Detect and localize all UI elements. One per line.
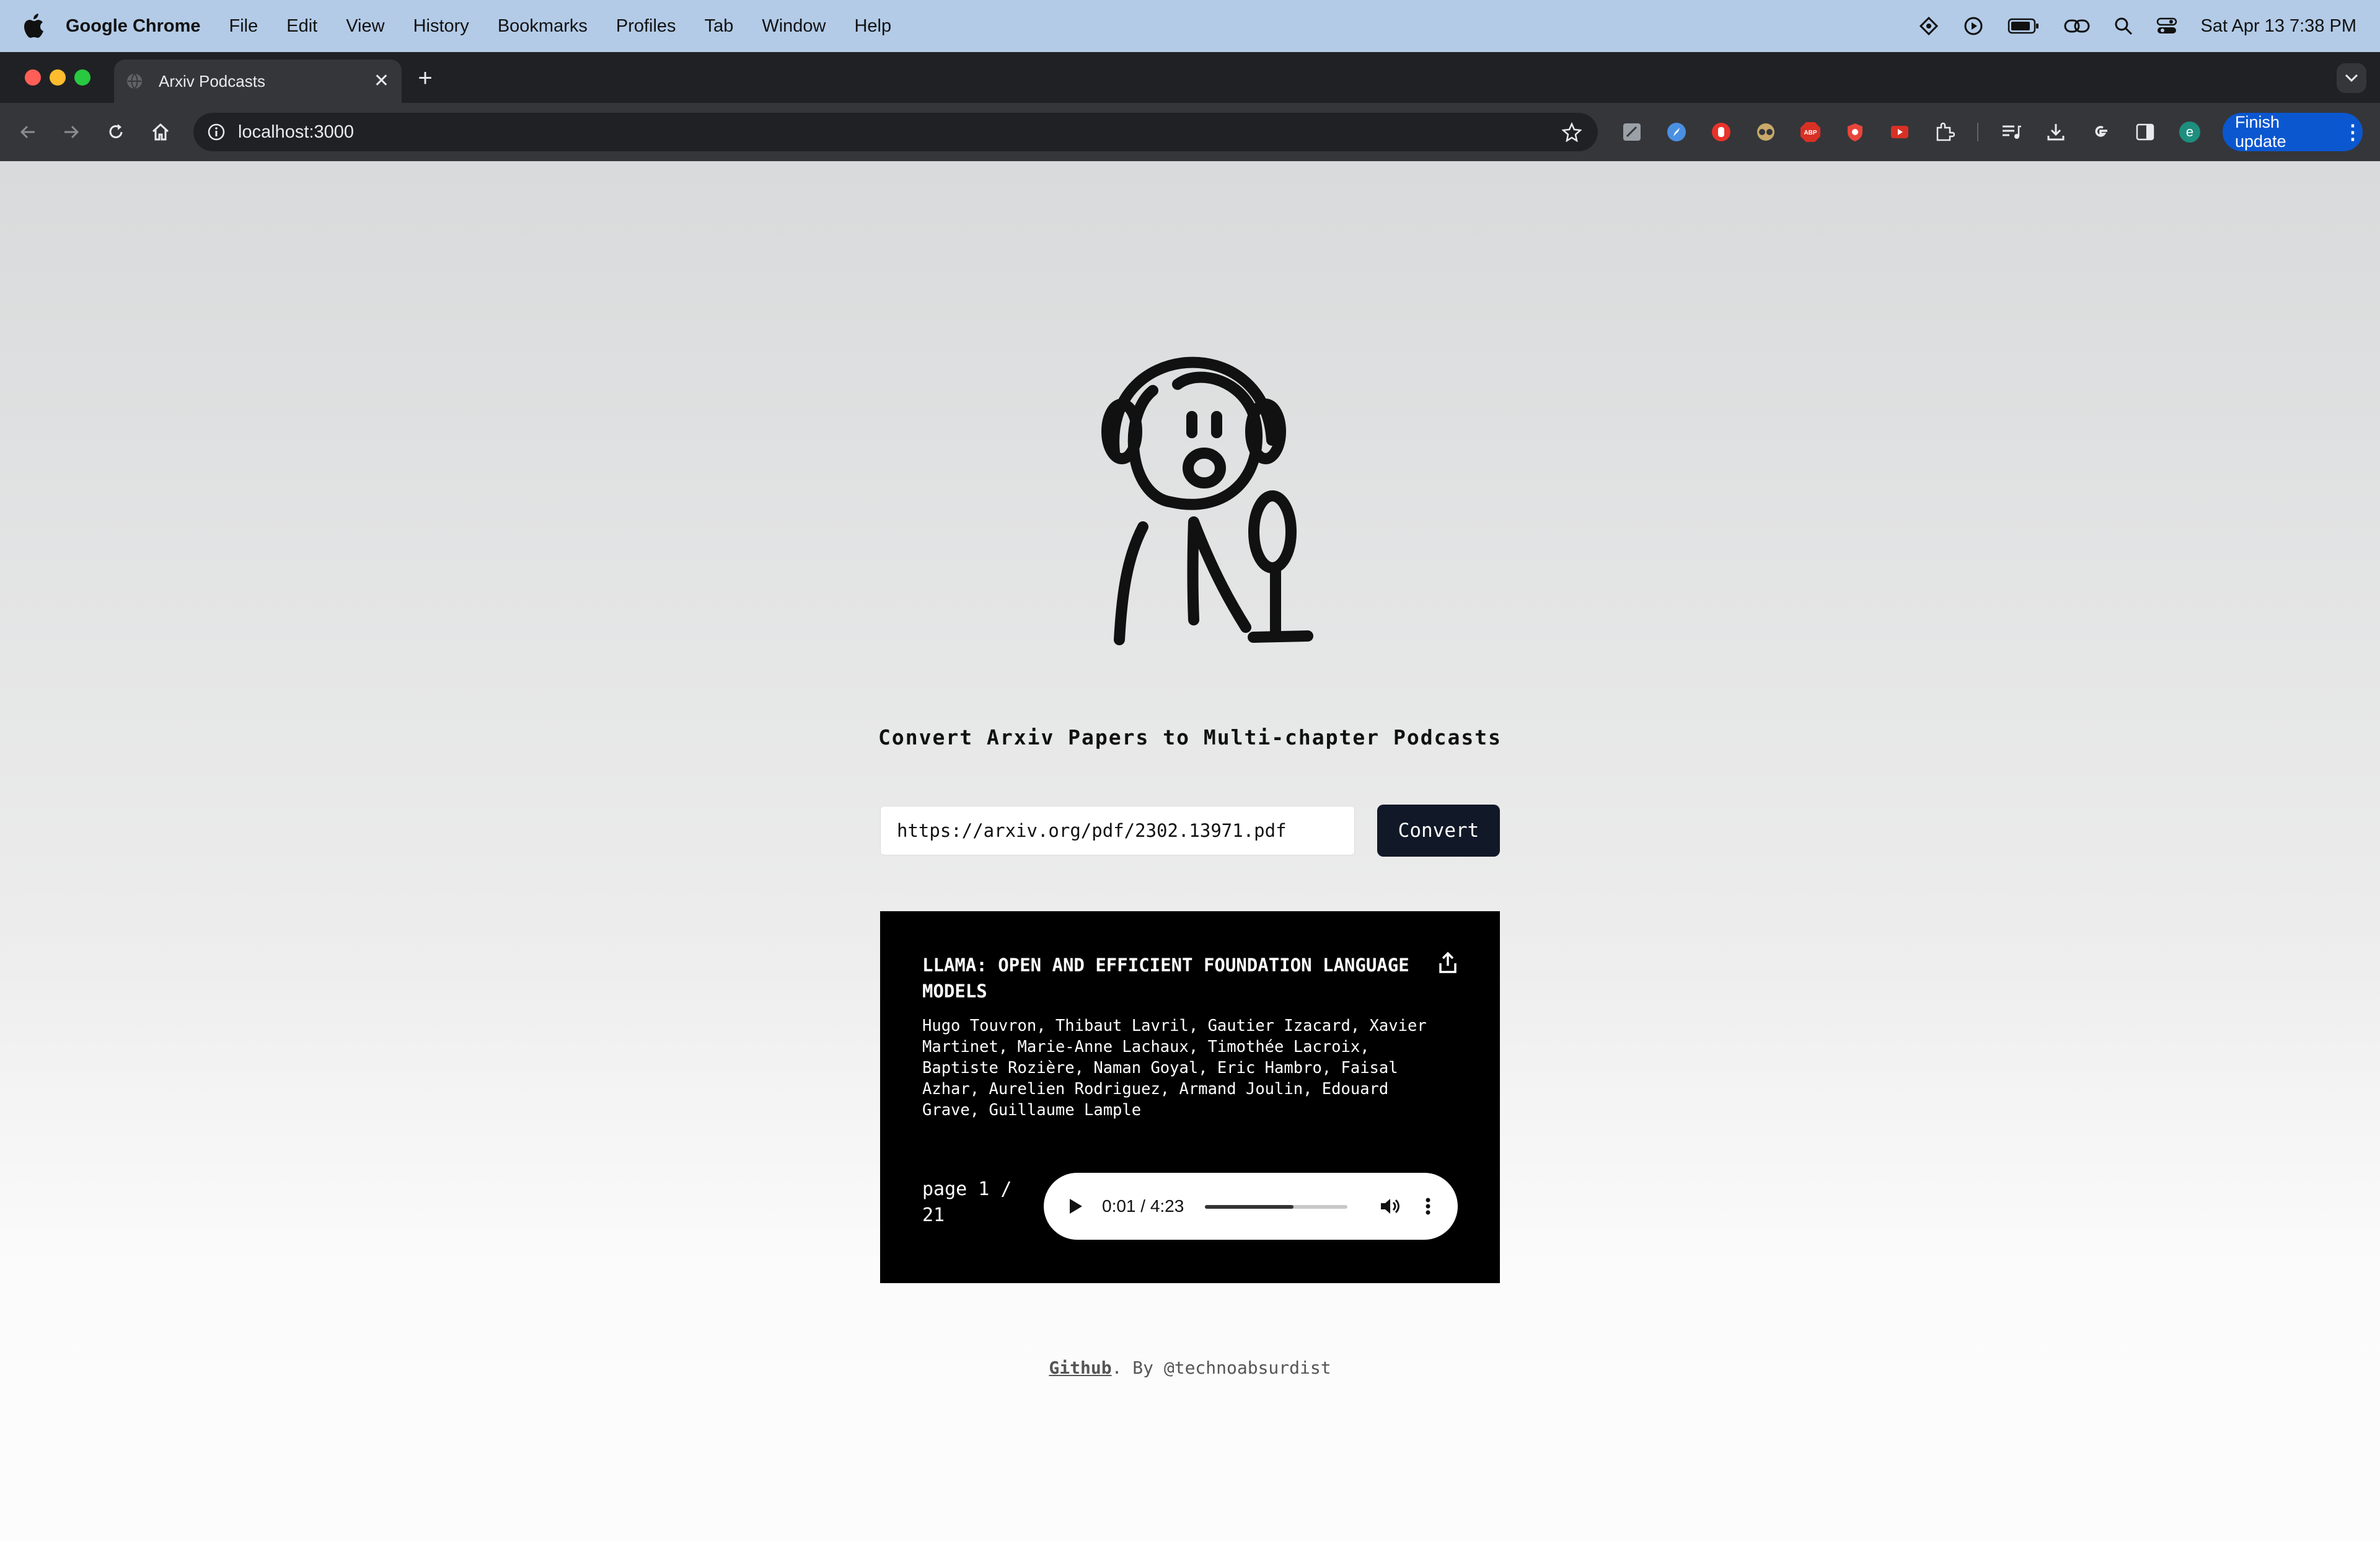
reload-icon — [109, 124, 123, 138]
github-link[interactable]: Github — [1049, 1358, 1111, 1378]
extension-video[interactable] — [1884, 117, 1915, 148]
hand-extension-icon — [1712, 123, 1730, 141]
page-indicator: page 1 / 21 — [922, 1178, 1012, 1226]
forward-button[interactable] — [56, 117, 87, 148]
apple-icon[interactable] — [24, 14, 45, 38]
chevron-down-icon — [2345, 74, 2358, 82]
reading-list-button[interactable] — [1996, 117, 2027, 148]
macos-menubar: Google Chrome File Edit View History Boo… — [0, 0, 2380, 52]
compass-extension-icon — [1667, 123, 1686, 141]
footer-credit: . By @technoabsurdist — [1111, 1358, 1331, 1378]
window-minimize-button[interactable] — [50, 69, 66, 86]
menu-history[interactable]: History — [413, 16, 469, 37]
download-icon — [2047, 124, 2065, 141]
paper-title: LLAMA: OPEN AND EFFICIENT FOUNDATION LAN… — [922, 955, 1409, 1002]
cast-icon[interactable] — [1918, 15, 1939, 37]
audio-progress-fill — [1205, 1205, 1294, 1209]
globe-icon — [127, 73, 142, 89]
tab-search-button[interactable] — [2337, 63, 2366, 93]
forward-icon — [64, 125, 79, 139]
puzzle-icon — [1936, 122, 1955, 141]
audio-progress-bar[interactable] — [1205, 1205, 1347, 1209]
extension-notes[interactable] — [1616, 117, 1647, 148]
browser-tab[interactable]: Arxiv Podcasts ✕ — [114, 60, 402, 103]
convert-button[interactable]: Convert — [1377, 805, 1500, 857]
shield-extension-icon — [1848, 123, 1862, 141]
back-icon — [20, 125, 35, 139]
side-panel-button[interactable] — [2130, 117, 2161, 148]
web-page: Convert Arxiv Papers to Multi-chapter Po… — [0, 161, 2380, 1541]
site-info-icon[interactable] — [207, 123, 226, 141]
window-zoom-button[interactable] — [74, 69, 90, 86]
svg-text:ABP: ABP — [1804, 130, 1817, 136]
menu-view[interactable]: View — [346, 16, 384, 37]
paper-card: LLAMA: OPEN AND EFFICIENT FOUNDATION LAN… — [880, 911, 1500, 1283]
url-text[interactable]: localhost:3000 — [238, 122, 1562, 143]
extension-shield[interactable] — [1840, 117, 1871, 148]
control-center-icon[interactable] — [2156, 17, 2177, 35]
menu-edit[interactable]: Edit — [286, 16, 317, 37]
home-button[interactable] — [145, 117, 176, 148]
menu-tab[interactable]: Tab — [705, 16, 734, 37]
tab-close-icon[interactable]: ✕ — [374, 72, 389, 91]
share-icon[interactable] — [1437, 951, 1459, 976]
downloads-button[interactable] — [2040, 117, 2071, 148]
extensions-button[interactable] — [1929, 117, 1960, 148]
address-bar[interactable]: localhost:3000 — [193, 113, 1598, 151]
audio-player[interactable]: 0:01 / 4:23 — [1044, 1173, 1458, 1240]
google-icon — [2095, 126, 2107, 137]
arxiv-url-input[interactable] — [880, 806, 1355, 855]
toolbar-divider — [1977, 123, 1978, 141]
chrome-toolbar: localhost:3000 ABP e Finish update ⋮ — [0, 103, 2380, 161]
star-icon[interactable] — [1562, 122, 1582, 142]
playlist-icon — [2003, 125, 2021, 139]
video-extension-icon — [1891, 126, 1908, 138]
menu-window[interactable]: Window — [762, 16, 826, 37]
search-icon[interactable] — [2114, 17, 2133, 35]
extension-spy[interactable] — [1750, 117, 1781, 148]
finish-update-label: Finish update — [2235, 113, 2286, 151]
menu-profiles[interactable]: Profiles — [616, 16, 676, 37]
podcaster-logo — [1101, 356, 1313, 645]
play-icon[interactable] — [1067, 1198, 1083, 1215]
battery-icon[interactable] — [2008, 17, 2040, 35]
finish-update-button[interactable]: Finish update ⋮ — [2223, 113, 2363, 151]
audio-time: 0:01 / 4:23 — [1102, 1196, 1184, 1216]
more-vert-icon[interactable] — [1422, 1195, 1434, 1217]
page-tagline: Convert Arxiv Papers to Multi-chapter Po… — [878, 725, 1502, 749]
notes-extension-icon — [1623, 123, 1641, 141]
menu-file[interactable]: File — [229, 16, 258, 37]
extension-adblock[interactable]: ABP — [1795, 117, 1826, 148]
media-play-icon[interactable] — [1963, 15, 1984, 37]
avatar: e — [2179, 121, 2200, 143]
more-vert-icon: ⋮ — [2343, 121, 2363, 143]
paper-authors: Hugo Touvron, Thibaut Lavril, Gautier Iz… — [922, 1017, 1427, 1119]
side-panel-icon — [2136, 123, 2154, 141]
menubar-datetime[interactable]: Sat Apr 13 7:38 PM — [2201, 16, 2356, 37]
volume-icon[interactable] — [1378, 1195, 1401, 1217]
chrome-tab-strip: Arxiv Podcasts ✕ + — [0, 52, 2380, 103]
back-button[interactable] — [12, 117, 43, 148]
new-tab-button[interactable]: + — [412, 64, 439, 92]
adblock-extension-icon: ABP — [1800, 122, 1820, 142]
extension-hand[interactable] — [1706, 117, 1737, 148]
window-close-button[interactable] — [25, 69, 41, 86]
link-icon[interactable] — [2063, 17, 2091, 35]
reload-button[interactable] — [100, 117, 131, 148]
extension-compass[interactable] — [1661, 117, 1692, 148]
google-button[interactable] — [2085, 117, 2116, 148]
spy-extension-icon — [1757, 123, 1774, 141]
tab-title: Arxiv Podcasts — [159, 71, 265, 91]
page-footer: Github. By @technoabsurdist — [744, 1358, 1636, 1378]
menu-help[interactable]: Help — [854, 16, 891, 37]
home-icon — [152, 123, 169, 141]
menubar-status-area: Sat Apr 13 7:38 PM — [1918, 0, 2356, 52]
menubar-app-name[interactable]: Google Chrome — [66, 16, 201, 37]
menu-bookmarks[interactable]: Bookmarks — [498, 16, 588, 37]
profile-button[interactable]: e — [2174, 117, 2205, 148]
